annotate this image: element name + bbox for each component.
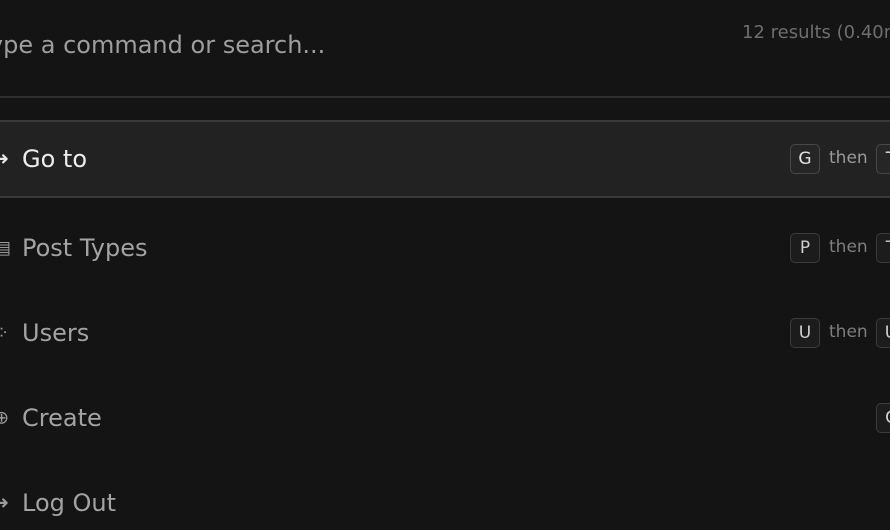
shortcut: U then U bbox=[0, 317, 890, 348]
command-palette: 12 results (0.40ms) ➜ Go to G then T ▤ P… bbox=[0, 0, 890, 530]
search-bar: 12 results (0.40ms) bbox=[0, 0, 890, 98]
shortcut-then: then bbox=[829, 148, 868, 168]
command-label: Log Out bbox=[22, 488, 117, 517]
shortcut-key: T bbox=[876, 144, 890, 174]
command-item-log-out[interactable]: ➜ Log Out bbox=[0, 460, 890, 530]
shortcut-key: C bbox=[876, 402, 890, 433]
command-list: ➜ Go to G then T ▤ Post Types P then T ⁘… bbox=[0, 120, 890, 530]
shortcut-key: T bbox=[876, 232, 890, 263]
search-input[interactable] bbox=[0, 22, 678, 68]
shortcut-key: U bbox=[790, 317, 820, 348]
command-item-create[interactable]: ⊕ Create C bbox=[0, 375, 890, 460]
shortcut-key: G bbox=[790, 144, 820, 174]
shortcut-then: then bbox=[829, 236, 868, 257]
command-item-post-types[interactable]: ▤ Post Types P then T bbox=[0, 205, 890, 290]
shortcut-then: then bbox=[829, 321, 868, 342]
shortcut-key: P bbox=[790, 232, 820, 263]
command-item-users[interactable]: ⁘ Users U then U bbox=[0, 290, 890, 375]
shortcut: C bbox=[0, 402, 890, 433]
command-item-go-to[interactable]: ➜ Go to G then T bbox=[0, 120, 890, 198]
shortcut: G then T bbox=[0, 144, 890, 174]
logout-icon: ➜ bbox=[0, 492, 10, 513]
shortcut-key: U bbox=[876, 317, 890, 348]
result-count: 12 results (0.40ms) bbox=[742, 22, 890, 43]
shortcut: P then T bbox=[0, 232, 890, 263]
